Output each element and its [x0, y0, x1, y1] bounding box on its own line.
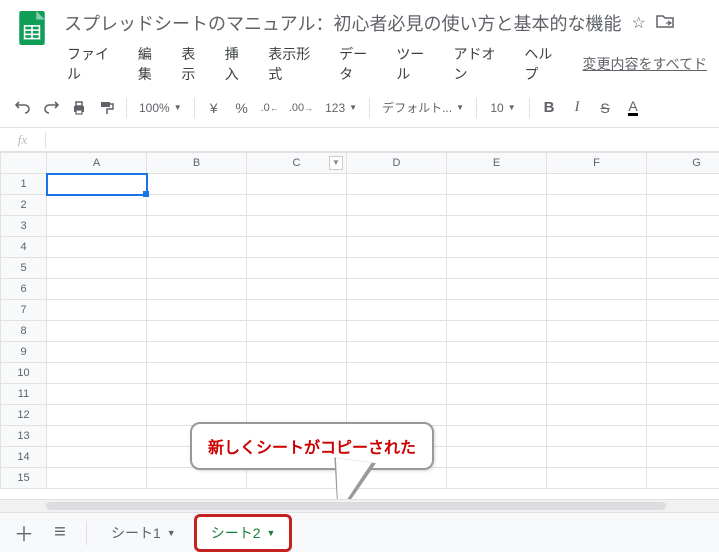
- redo-icon[interactable]: [38, 94, 64, 122]
- row-header[interactable]: 14: [1, 447, 47, 468]
- menu-insert[interactable]: 挿入: [218, 40, 259, 88]
- sheet-tab-label: シート1: [111, 523, 161, 543]
- format-currency[interactable]: ¥: [201, 94, 227, 122]
- star-icon[interactable]: ☆: [631, 13, 645, 33]
- tab-menu-icon[interactable]: ▼: [267, 528, 276, 538]
- toolbar: 100%▼ ¥ % .0← .00→ 123▼ デフォルト...▼ 10▼ B …: [0, 88, 719, 128]
- row-header[interactable]: 9: [1, 342, 47, 363]
- all-sheets-button[interactable]: ≡: [44, 517, 76, 549]
- row-header[interactable]: 11: [1, 384, 47, 405]
- row-header[interactable]: 6: [1, 279, 47, 300]
- add-sheet-button[interactable]: ＋: [8, 517, 40, 549]
- row-header[interactable]: 2: [1, 195, 47, 216]
- annotation-callout: 新しくシートがコピーされた: [190, 422, 434, 470]
- save-status[interactable]: 変更内容をすべてド: [583, 54, 707, 74]
- decrease-decimal[interactable]: .0←: [257, 94, 283, 122]
- bold-button[interactable]: B: [536, 94, 562, 122]
- sheets-logo[interactable]: [12, 8, 52, 48]
- format-percent[interactable]: %: [229, 94, 255, 122]
- doc-title[interactable]: スプレッドシートのマニュアル：初心者必見の使い方と基本的な機能: [64, 10, 621, 36]
- undo-icon[interactable]: [10, 94, 36, 122]
- italic-button[interactable]: I: [564, 94, 590, 122]
- annotation-text: 新しくシートがコピーされた: [208, 440, 416, 457]
- row-header[interactable]: 12: [1, 405, 47, 426]
- move-folder-icon[interactable]: [656, 14, 674, 33]
- menu-edit[interactable]: 編集: [131, 40, 172, 88]
- col-header-F[interactable]: F: [547, 153, 647, 174]
- font-select[interactable]: デフォルト...▼: [376, 94, 470, 122]
- col-header-A[interactable]: A: [47, 153, 147, 174]
- horizontal-scrollbar[interactable]: [0, 500, 719, 512]
- print-icon[interactable]: [66, 94, 92, 122]
- sheet-tab-bar: ＋ ≡ シート1 ▼ シート2 ▼: [0, 512, 719, 552]
- font-size-select[interactable]: 10▼: [483, 94, 523, 122]
- menu-file[interactable]: ファイル: [60, 40, 129, 88]
- menu-help[interactable]: ヘルプ: [517, 40, 572, 88]
- text-color-button[interactable]: A: [620, 94, 646, 122]
- fx-label: fx: [0, 132, 46, 148]
- menu-addons[interactable]: アドオン: [446, 40, 515, 88]
- col-header-G[interactable]: G: [647, 153, 719, 174]
- more-formats[interactable]: 123▼: [319, 94, 363, 122]
- menu-data[interactable]: データ: [332, 40, 387, 88]
- menu-format[interactable]: 表示形式: [261, 40, 330, 88]
- sheet-tab-1[interactable]: シート1 ▼: [97, 517, 190, 549]
- col-header-D[interactable]: D: [347, 153, 447, 174]
- tab-menu-icon[interactable]: ▼: [167, 528, 176, 538]
- zoom-select[interactable]: 100%▼: [133, 94, 188, 122]
- row-header[interactable]: 8: [1, 321, 47, 342]
- sheet-tab-label: シート2: [211, 523, 261, 543]
- increase-decimal[interactable]: .00→: [285, 94, 317, 122]
- select-all-corner[interactable]: [1, 153, 47, 174]
- row-header[interactable]: 1: [1, 174, 47, 195]
- column-menu-icon[interactable]: ▼: [329, 156, 343, 170]
- paint-format-icon[interactable]: [94, 94, 120, 122]
- sheet-tab-2[interactable]: シート2 ▼: [194, 514, 293, 552]
- cell-A1[interactable]: [47, 174, 147, 195]
- row-header[interactable]: 7: [1, 300, 47, 321]
- menu-view[interactable]: 表示: [174, 40, 215, 88]
- row-header[interactable]: 4: [1, 237, 47, 258]
- menu-bar: ファイル 編集 表示 挿入 表示形式 データ ツール アドオン ヘルプ 変更内容…: [60, 40, 707, 88]
- row-header[interactable]: 10: [1, 363, 47, 384]
- row-header[interactable]: 3: [1, 216, 47, 237]
- menu-tools[interactable]: ツール: [389, 40, 444, 88]
- row-header[interactable]: 15: [1, 468, 47, 489]
- row-header[interactable]: 5: [1, 258, 47, 279]
- col-header-C[interactable]: C▼: [247, 153, 347, 174]
- col-header-E[interactable]: E: [447, 153, 547, 174]
- row-header[interactable]: 13: [1, 426, 47, 447]
- col-header-B[interactable]: B: [147, 153, 247, 174]
- strike-button[interactable]: S: [592, 94, 618, 122]
